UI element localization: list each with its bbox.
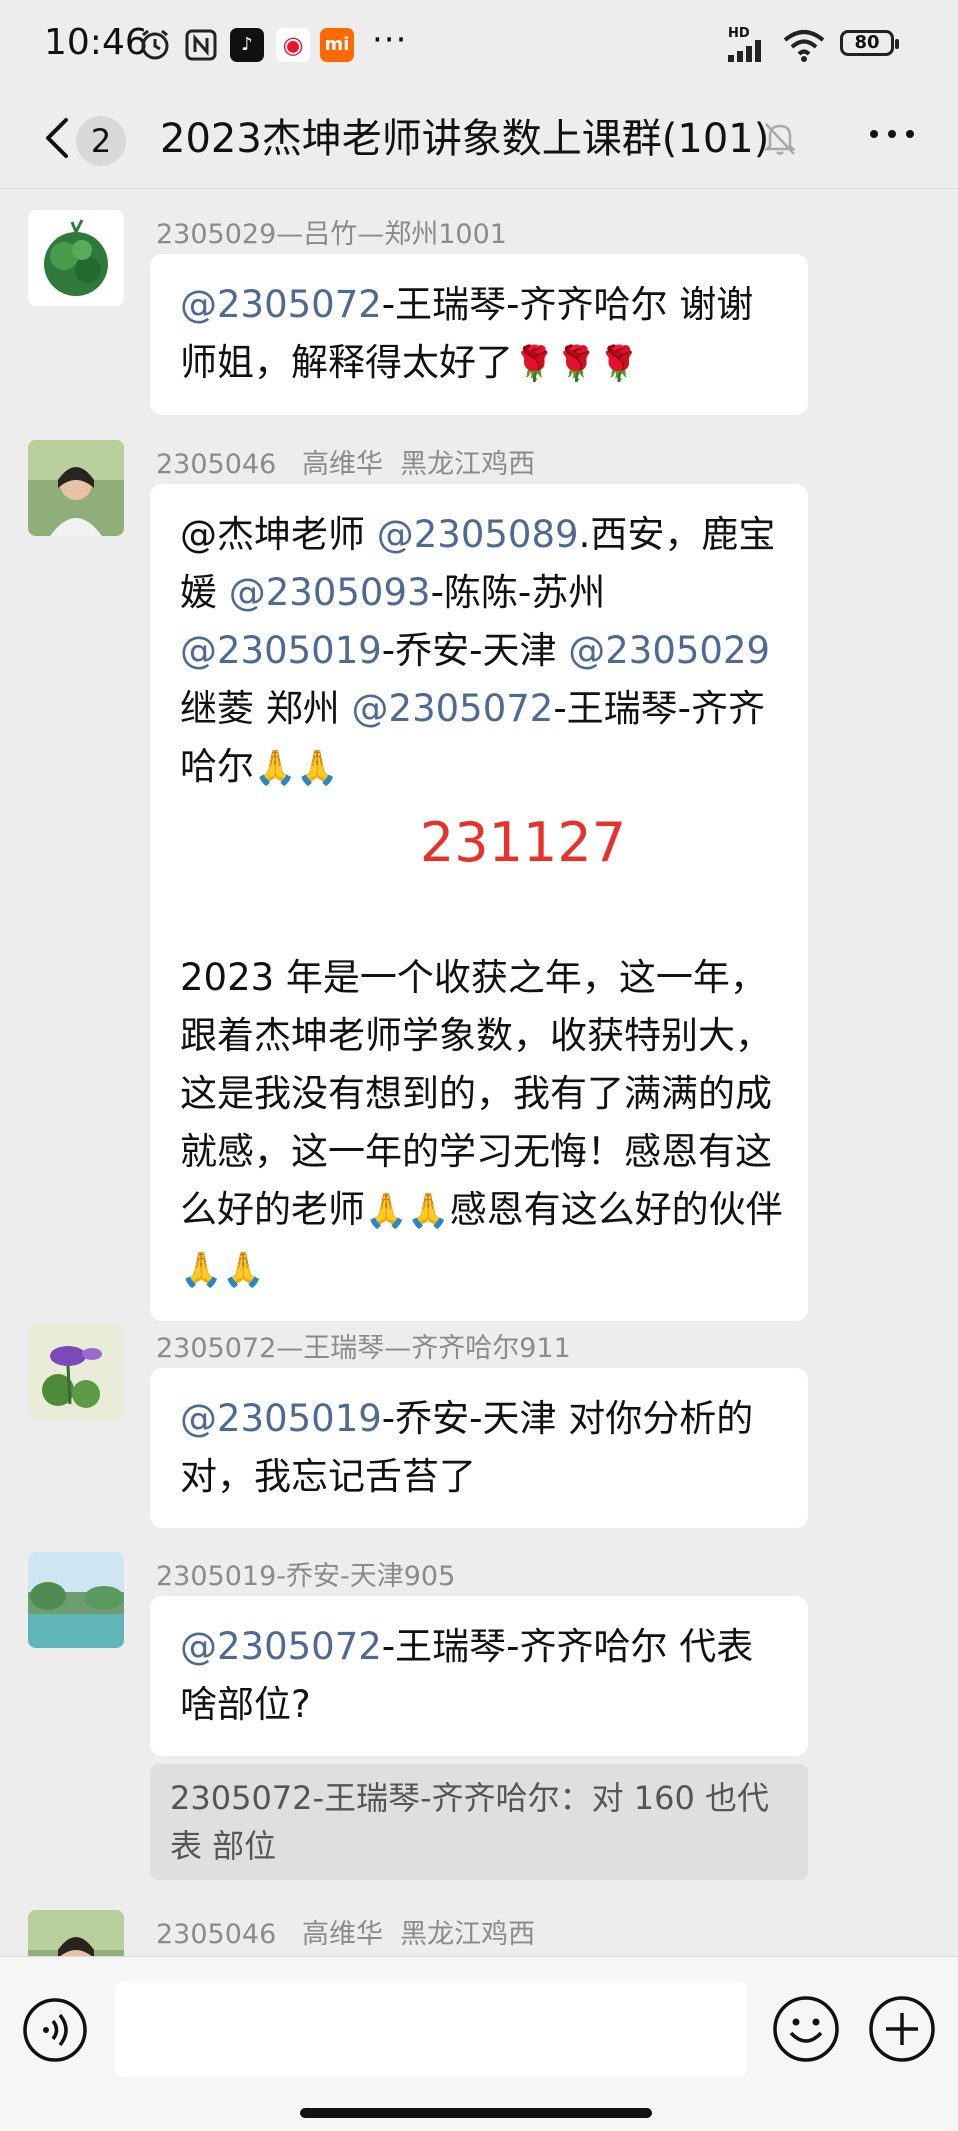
weibo-icon: ◉	[276, 28, 310, 62]
mention-link[interactable]: @2305029	[568, 629, 770, 672]
mute-bell-icon	[763, 123, 797, 155]
message-text: 继菱 郑州	[180, 687, 340, 730]
nfc-icon	[185, 29, 217, 61]
battery-icon: 80	[840, 30, 899, 56]
message-text: -乔安-天津	[381, 629, 557, 672]
sender-name: 2305046 高维华 黑龙江鸡西	[156, 449, 536, 480]
mention-link[interactable]: @2305019	[180, 629, 382, 672]
highlight-number: 231127	[419, 811, 627, 874]
mi-icon: mi	[320, 28, 354, 62]
wifi-icon	[783, 30, 825, 62]
sender-name: 2305029—吕竹—郑州1001	[156, 219, 507, 250]
mention-link[interactable]: @杰坤老师	[180, 513, 365, 556]
avatar[interactable]	[28, 440, 124, 536]
smiley-icon[interactable]	[772, 1995, 840, 2063]
mention-link[interactable]: @2305072	[180, 1625, 382, 1668]
network-type-label: HD	[728, 26, 750, 41]
back-arrow-icon[interactable]	[38, 114, 78, 162]
message-input[interactable]	[115, 1981, 747, 2077]
message-bubble[interactable]: @2305072-王瑞琴-齐齐哈尔 谢谢师姐，解释得太好了🌹🌹🌹	[150, 254, 808, 415]
chat-title: 2023杰坤老师讲象数上课群(101)	[160, 116, 770, 162]
quoted-message[interactable]: 2305072-王瑞琴-齐齐哈尔：对 160 也代表 部位	[150, 1764, 808, 1880]
tiktok-icon: ♪	[230, 28, 264, 62]
pray-emoji: 🙏🙏	[180, 1250, 265, 1290]
unread-count-badge[interactable]: 2	[76, 116, 126, 166]
message-paragraph: 感恩有这么好的伙伴	[449, 1188, 783, 1231]
mention-link[interactable]: @2305072	[352, 687, 554, 730]
pray-emoji: 🙏🙏	[365, 1191, 450, 1231]
avatar[interactable]	[28, 1324, 124, 1420]
mention-link[interactable]: @2305093	[229, 571, 431, 614]
message-bubble[interactable]: @2305072-王瑞琴-齐齐哈尔 代表啥部位?	[150, 1596, 808, 1756]
alarm-icon	[141, 29, 169, 60]
sender-name: 2305046 高维华 黑龙江鸡西	[156, 1919, 536, 1950]
status-bar: 10:46 ♪ ◉ mi ··· HD 80	[0, 0, 958, 92]
sender-name: 2305019-乔安-天津905	[156, 1561, 456, 1592]
avatar[interactable]	[28, 210, 124, 306]
mention-link[interactable]: @2305089	[377, 513, 579, 556]
more-options-icon[interactable]	[866, 114, 918, 154]
voice-icon[interactable]	[22, 1997, 88, 2063]
rose-emoji: 🌹🌹🌹	[513, 344, 641, 384]
input-bar	[0, 1956, 958, 2131]
status-more-icon: ···	[372, 20, 408, 60]
plus-icon[interactable]	[868, 1995, 936, 2063]
status-time: 10:46	[44, 22, 148, 63]
mention-link[interactable]: @2305019	[180, 1397, 382, 1440]
message-text: -陈陈-苏州	[430, 571, 606, 614]
signal-icon	[728, 40, 761, 62]
avatar[interactable]	[28, 1552, 124, 1648]
sender-name: 2305072—王瑞琴—齐齐哈尔911	[156, 1333, 571, 1364]
chat-header: 2 2023杰坤老师讲象数上课群(101)	[0, 92, 958, 189]
home-indicator[interactable]	[300, 2108, 652, 2118]
mention-link[interactable]: @2305072	[180, 283, 382, 326]
avatar[interactable]	[28, 1910, 124, 1956]
message-bubble[interactable]: @杰坤老师 @2305089.西安，鹿宝媛 @2305093-陈陈-苏州 @23…	[150, 484, 808, 1321]
pray-emoji: 🙏🙏	[254, 748, 339, 788]
message-bubble[interactable]: @2305019-乔安-天津 对你分析的对，我忘记舌苔了	[150, 1368, 808, 1528]
